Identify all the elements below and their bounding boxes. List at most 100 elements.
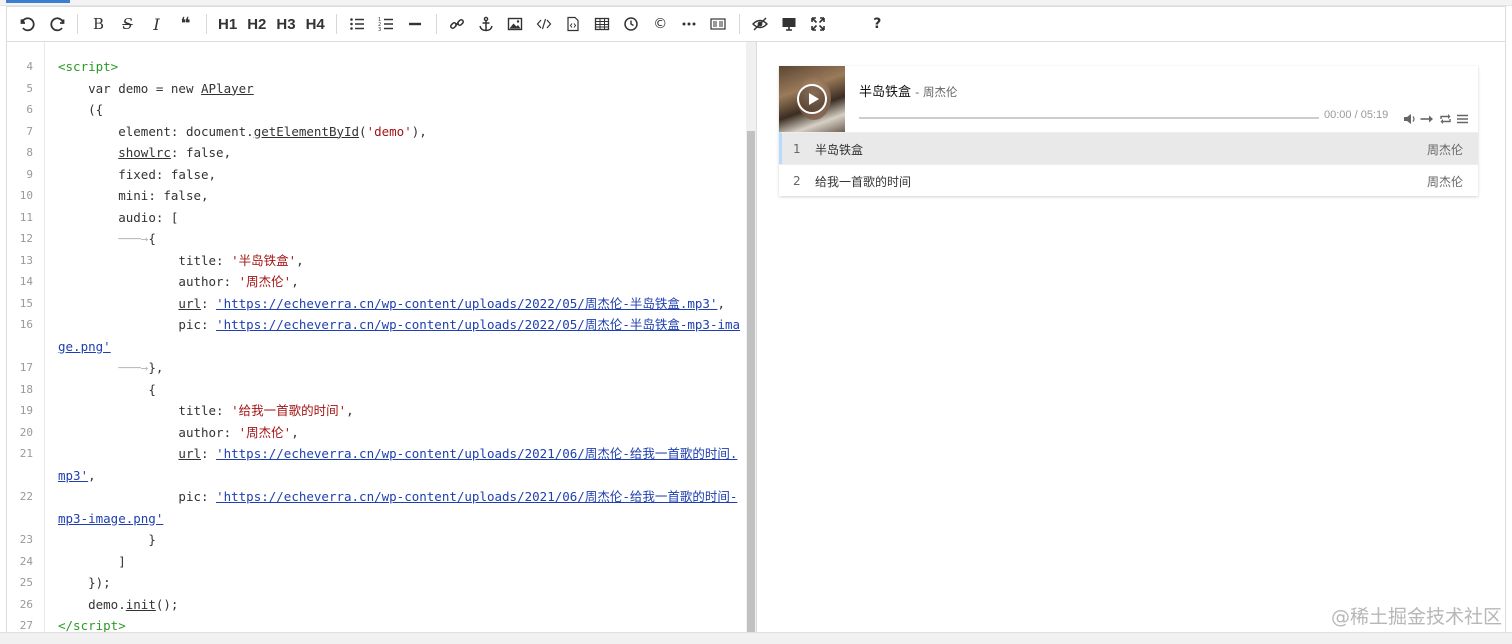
toggle-preview-icon[interactable] bbox=[746, 10, 775, 38]
play-icon[interactable] bbox=[797, 84, 827, 114]
table-icon[interactable] bbox=[588, 10, 617, 38]
toolbar-separator bbox=[738, 14, 740, 34]
code-text[interactable]: author: '周杰伦', bbox=[58, 271, 744, 293]
code-text[interactable]: title: '半岛铁盒', bbox=[58, 250, 744, 272]
code-text[interactable]: element: document.getElementById('demo')… bbox=[58, 121, 744, 143]
code-line[interactable]: 22 pic: 'https://echeverra.cn/wp-content… bbox=[7, 486, 747, 529]
bold-icon[interactable]: B bbox=[84, 10, 113, 38]
line-number: 16 bbox=[19, 318, 33, 331]
quote-icon[interactable]: ❝ bbox=[171, 10, 200, 38]
code-text[interactable]: } bbox=[58, 529, 744, 551]
toolbar-separator bbox=[335, 14, 337, 34]
line-number: 8 bbox=[26, 146, 33, 159]
code-content[interactable]: 4 <script> 5 var demo = new APlayer 6 ({7 e… bbox=[7, 56, 747, 632]
ordered-list-icon[interactable]: 123 bbox=[372, 10, 401, 38]
code-text[interactable]: ───→{ bbox=[58, 228, 744, 250]
code-line[interactable]: 10 mini: false, bbox=[7, 185, 747, 207]
code-line[interactable]: 6 ({ bbox=[7, 99, 747, 121]
volume-icon[interactable] bbox=[1403, 110, 1416, 124]
code-text[interactable]: }); bbox=[58, 572, 744, 594]
progress-bar[interactable] bbox=[859, 117, 1319, 119]
line-number: 7 bbox=[26, 124, 33, 138]
album-cover[interactable] bbox=[779, 66, 845, 132]
html-entities-icon[interactable] bbox=[704, 10, 733, 38]
toolbar-separator bbox=[206, 14, 207, 34]
code-text[interactable]: { bbox=[58, 379, 744, 401]
code-line[interactable]: 14 author: '周杰伦', bbox=[7, 271, 747, 293]
code-block-icon[interactable] bbox=[559, 10, 588, 38]
active-tab-indicator[interactable] bbox=[6, 0, 70, 3]
code-text[interactable]: pic: 'https://echeverra.cn/wp-content/up… bbox=[58, 486, 744, 529]
line-number: 26 bbox=[19, 597, 33, 611]
heading3-button[interactable]: H3 bbox=[271, 10, 300, 38]
code-line[interactable]: 4 <script> bbox=[7, 56, 747, 78]
code-text[interactable]: demo.init(); bbox=[58, 594, 744, 616]
code-text[interactable]: ───→}, bbox=[58, 357, 744, 379]
code-line[interactable]: 13 title: '半岛铁盒', bbox=[7, 250, 747, 272]
code-line[interactable]: 20 author: '周杰伦', bbox=[7, 422, 747, 444]
fullscreen-icon[interactable] bbox=[804, 10, 833, 38]
track-name: 半岛铁盒 bbox=[815, 143, 864, 157]
more-icon[interactable] bbox=[675, 10, 704, 38]
heading2-button[interactable]: H2 bbox=[242, 10, 271, 38]
code-text[interactable]: fixed: false, bbox=[58, 164, 744, 186]
code-text[interactable]: <script> bbox=[58, 56, 744, 78]
code-line[interactable]: 24 ] bbox=[7, 551, 747, 573]
code-line[interactable]: 21 url: 'https://echeverra.cn/wp-content… bbox=[7, 443, 747, 486]
code-text[interactable]: author: '周杰伦', bbox=[58, 422, 744, 444]
code-text[interactable]: pic: 'https://echeverra.cn/wp-content/up… bbox=[58, 314, 744, 357]
code-text[interactable]: url: 'https://echeverra.cn/wp-content/up… bbox=[58, 443, 744, 486]
datetime-icon[interactable] bbox=[617, 10, 646, 38]
code-text[interactable]: var demo = new APlayer bbox=[58, 78, 744, 100]
strikethrough-icon[interactable]: S bbox=[113, 10, 142, 38]
code-line[interactable]: 8 showlrc: false, bbox=[7, 142, 747, 164]
link-icon[interactable] bbox=[443, 10, 472, 38]
anchor-icon[interactable] bbox=[472, 10, 501, 38]
code-line[interactable]: 19 title: '给我一首歌的时间', bbox=[7, 400, 747, 422]
code-line[interactable]: 5 var demo = new APlayer bbox=[7, 78, 747, 100]
order-icon[interactable] bbox=[1420, 110, 1435, 123]
help-button[interactable]: ? bbox=[863, 10, 892, 38]
code-line[interactable]: 12 ───→{ bbox=[7, 228, 747, 250]
code-line[interactable]: 9 fixed: false, bbox=[7, 164, 747, 186]
loop-icon[interactable] bbox=[1439, 110, 1452, 124]
horizontal-rule-icon[interactable] bbox=[401, 10, 430, 38]
playlist-item[interactable]: 2 给我一首歌的时间 周杰伦 bbox=[779, 164, 1478, 196]
redo-icon[interactable] bbox=[42, 10, 71, 38]
toolbar-separator bbox=[77, 14, 78, 34]
code-text[interactable]: ] bbox=[58, 551, 744, 573]
code-line[interactable]: 11 audio: [ bbox=[7, 207, 747, 229]
code-line[interactable]: 27 </script> bbox=[7, 615, 747, 632]
editor-scrollbar-thumb[interactable] bbox=[747, 131, 755, 633]
playlist-item[interactable]: 1 半岛铁盒 周杰伦 bbox=[779, 132, 1478, 164]
code-text[interactable]: </script> bbox=[58, 615, 744, 632]
line-number: 22 bbox=[19, 490, 33, 503]
code-text[interactable]: showlrc: false, bbox=[58, 142, 744, 164]
watch-monitor-icon[interactable] bbox=[775, 10, 804, 38]
italic-icon[interactable]: I bbox=[142, 10, 171, 38]
code-text[interactable]: url: 'https://echeverra.cn/wp-content/up… bbox=[58, 293, 744, 315]
code-text[interactable]: audio: [ bbox=[58, 207, 744, 229]
line-number: 4 bbox=[26, 60, 33, 73]
image-icon[interactable] bbox=[501, 10, 530, 38]
code-text[interactable]: mini: false, bbox=[58, 185, 744, 207]
code-line[interactable]: 17 ───→}, bbox=[7, 357, 747, 379]
code-line[interactable]: 23 } bbox=[7, 529, 747, 551]
code-icon[interactable] bbox=[530, 10, 559, 38]
code-line[interactable]: 26 demo.init(); bbox=[7, 594, 747, 616]
code-line[interactable]: 7 element: document.getElementById('demo… bbox=[7, 121, 747, 143]
copyright-icon[interactable]: © bbox=[646, 10, 675, 38]
line-number: 20 bbox=[19, 425, 33, 439]
heading4-button[interactable]: H4 bbox=[301, 10, 330, 38]
code-line[interactable]: 18 { bbox=[7, 379, 747, 401]
undo-icon[interactable] bbox=[13, 10, 42, 38]
code-text[interactable]: title: '给我一首歌的时间', bbox=[58, 400, 744, 422]
code-line[interactable]: 25 }); bbox=[7, 572, 747, 594]
code-line[interactable]: 16 pic: 'https://echeverra.cn/wp-content… bbox=[7, 314, 747, 357]
unordered-list-icon[interactable] bbox=[343, 10, 372, 38]
heading1-button[interactable]: H1 bbox=[213, 10, 242, 38]
menu-icon[interactable] bbox=[1456, 110, 1469, 124]
code-editor[interactable]: 4 <script> 5 var demo = new APlayer 6 ({7 e… bbox=[6, 42, 754, 632]
code-text[interactable]: ({ bbox=[58, 99, 744, 121]
code-line[interactable]: 15 url: 'https://echeverra.cn/wp-content… bbox=[7, 293, 747, 315]
